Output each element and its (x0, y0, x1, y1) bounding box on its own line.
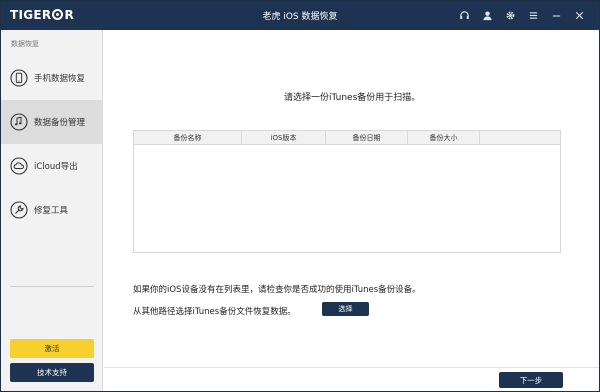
select-button[interactable]: 选择 (322, 302, 369, 316)
sidebar-item-label: 数据备份管理 (34, 118, 86, 128)
table-header: 备份名称 iOS版本 备份日期 备份大小 (134, 131, 560, 145)
cloud-icon (10, 157, 28, 175)
user-icon[interactable] (476, 7, 499, 24)
sidebar-item-icloud-export[interactable]: iCloud导出 (1, 144, 103, 188)
sidebar-section-label: 数据恢复 (11, 40, 39, 48)
column-header-ios-version[interactable]: iOS版本 (242, 131, 326, 144)
title-bar-controls (453, 7, 591, 24)
sidebar-item-label: iCloud导出 (34, 162, 78, 172)
column-header-spacer (480, 131, 560, 144)
activate-button[interactable]: 激活 (10, 339, 94, 358)
app-window: TIGER R 老虎 iOS 数据恢复 数据恢复 手机数据恢复 数据备份管理 i… (0, 0, 600, 392)
select-backup-prompt: 请选择一份iTunes备份用于扫描。 (284, 93, 421, 103)
column-header-backup-name[interactable]: 备份名称 (134, 131, 242, 144)
headset-icon[interactable] (453, 7, 476, 24)
footer-divider (104, 367, 599, 368)
menu-icon[interactable] (522, 7, 545, 24)
sidebar-item-label: 修复工具 (34, 206, 69, 216)
backup-table[interactable]: 备份名称 iOS版本 备份日期 备份大小 (133, 130, 561, 253)
sidebar-item-label: 手机数据恢复 (34, 74, 86, 84)
column-header-backup-size[interactable]: 备份大小 (408, 131, 480, 144)
minimize-icon[interactable] (545, 7, 568, 24)
wrench-icon (10, 201, 28, 219)
tech-support-button[interactable]: 技术支持 (10, 363, 94, 382)
device-missing-hint: 如果你的iOS设备没有在列表里，请检查你是否成功的使用iTunes备份设备。 (133, 285, 421, 295)
column-header-backup-date[interactable]: 备份日期 (326, 131, 408, 144)
phone-icon (10, 69, 28, 87)
sidebar-item-repair-tool[interactable]: 修复工具 (1, 188, 103, 232)
other-path-hint: 从其他路径选择iTunes备份文件恢复数据。 (133, 307, 296, 317)
next-button[interactable]: 下一步 (499, 372, 563, 388)
close-icon[interactable] (568, 7, 591, 24)
sidebar-item-phone-recovery[interactable]: 手机数据恢复 (1, 56, 103, 100)
title-bar[interactable]: TIGER R 老虎 iOS 数据恢复 (1, 1, 599, 30)
backup-icon (10, 113, 28, 131)
gear-icon[interactable] (499, 7, 522, 24)
sidebar-item-backup-management[interactable]: 数据备份管理 (1, 100, 103, 144)
sidebar-divider (10, 286, 94, 287)
main-panel: 请选择一份iTunes备份用于扫描。 备份名称 iOS版本 备份日期 备份大小 … (104, 30, 599, 391)
sidebar: 数据恢复 手机数据恢复 数据备份管理 iCloud导出 修复工具 激活 技术支持 (1, 30, 103, 391)
